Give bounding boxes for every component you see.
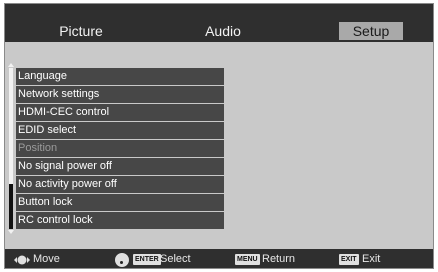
menu-item-rc-control-lock[interactable]: RC control lock — [16, 212, 224, 229]
menu-item-button-lock[interactable]: Button lock — [16, 194, 224, 211]
exit-hint-label: Exit — [362, 253, 381, 265]
osd-screen: Picture Audio Setup Language Network set… — [4, 3, 434, 269]
footer-hints: Move ENTER Select MENU Return EXIT Exit — [5, 249, 433, 268]
tab-setup[interactable]: Setup — [339, 22, 403, 40]
ok-button-icon — [115, 253, 129, 267]
scroll-up-arrow-icon[interactable] — [8, 63, 14, 67]
menu-item-position: Position — [16, 140, 224, 157]
menu-item-hdmi-cec-control[interactable]: HDMI-CEC control — [16, 104, 224, 121]
setup-menu-list: Language Network settings HDMI-CEC contr… — [16, 68, 224, 230]
menu-item-edid-select[interactable]: EDID select — [16, 122, 224, 139]
scrollbar-thumb[interactable] — [9, 184, 13, 229]
menu-item-no-signal-power-off[interactable]: No signal power off — [16, 158, 224, 175]
menu-item-language[interactable]: Language — [16, 68, 224, 85]
menu-item-no-activity-power-off[interactable]: No activity power off — [16, 176, 224, 193]
select-hint-label: Select — [160, 253, 191, 265]
tab-picture[interactable]: Picture — [35, 22, 127, 40]
tab-audio[interactable]: Audio — [183, 22, 263, 40]
menu-item-network-settings[interactable]: Network settings — [16, 86, 224, 103]
move-hint-label: Move — [33, 253, 60, 265]
exit-key-icon: EXIT — [339, 254, 359, 265]
scroll-down-arrow-icon[interactable] — [8, 230, 14, 234]
left-right-arrows-icon — [14, 255, 30, 265]
enter-key-icon: ENTER — [133, 254, 161, 265]
tab-bar: Picture Audio Setup — [5, 4, 433, 42]
return-hint-label: Return — [262, 253, 296, 265]
menu-key-icon: MENU — [235, 254, 260, 265]
